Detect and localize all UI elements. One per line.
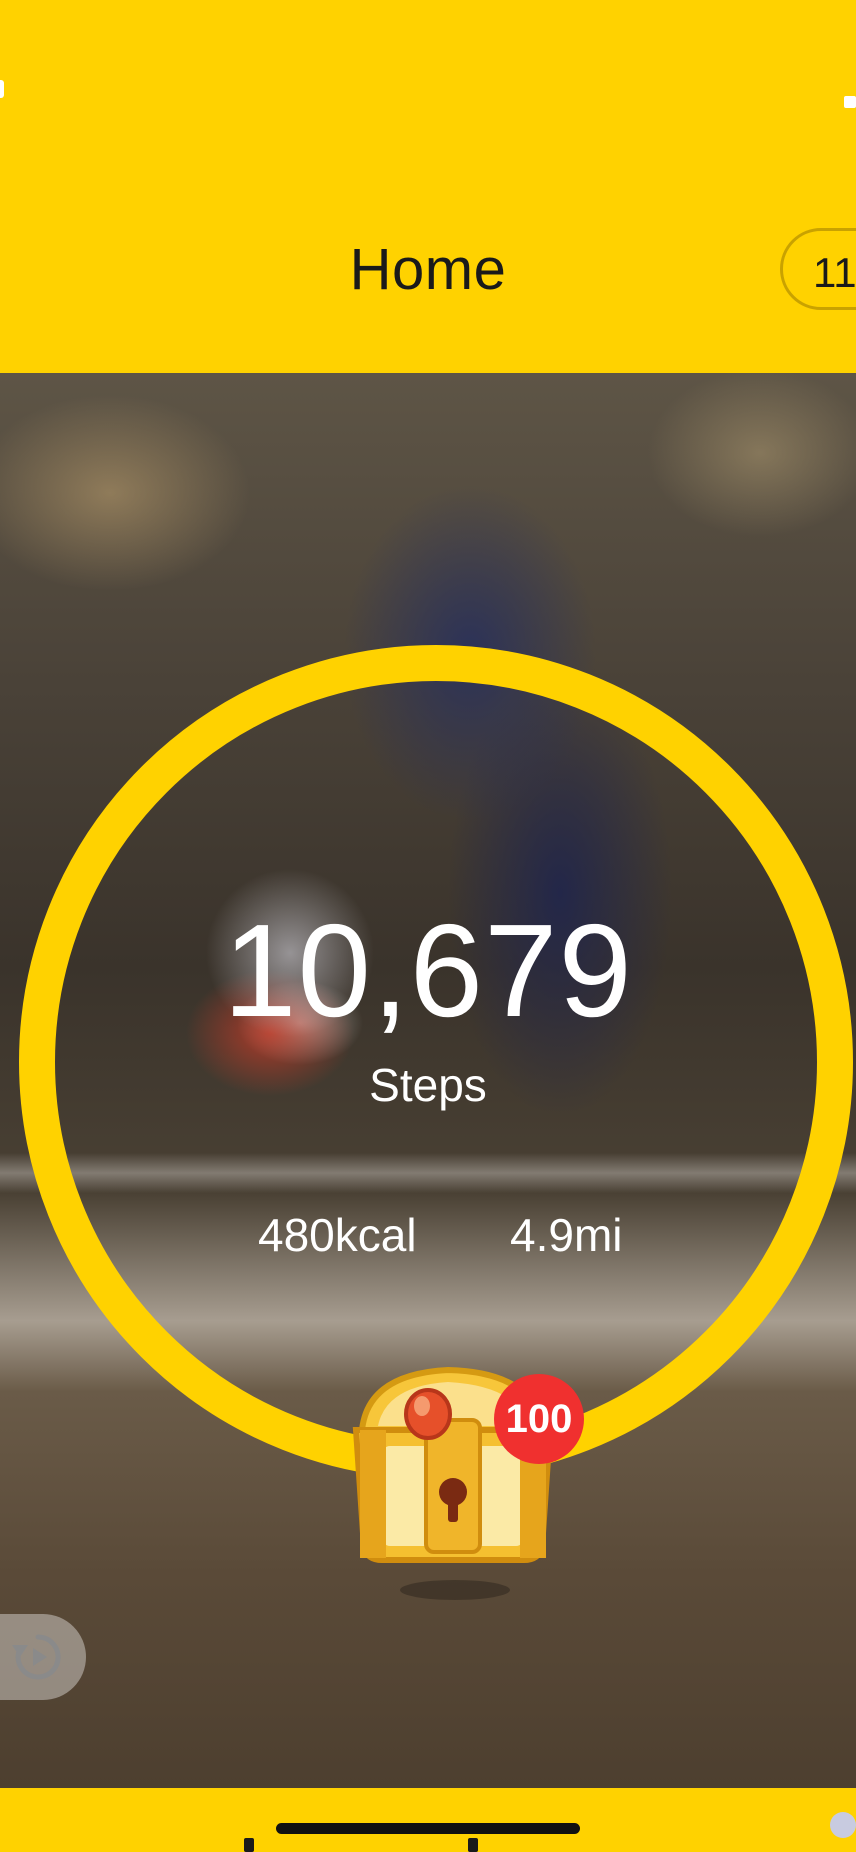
step-count-label: Steps — [369, 1059, 487, 1111]
distance-value: 4.9mi — [510, 1209, 623, 1261]
tab-item-glimpse — [244, 1838, 254, 1852]
floating-dot-button[interactable] — [830, 1812, 856, 1838]
coin-balance-button[interactable]: 11 — [780, 228, 856, 310]
home-indicator[interactable] — [276, 1823, 580, 1834]
bottom-tab-bar — [0, 1788, 856, 1852]
step-count-value: 10,679 — [223, 897, 633, 1044]
status-bar-right-indicator — [844, 96, 856, 108]
calories-value: 480kcal — [258, 1209, 417, 1261]
status-bar-left-indicator — [0, 80, 4, 98]
replay-button[interactable] — [0, 1614, 86, 1700]
replay-icon — [12, 1634, 61, 1680]
coin-balance-value: 11 — [813, 249, 856, 296]
page-title: Home — [349, 237, 507, 302]
tab-item-glimpse — [468, 1838, 478, 1852]
chest-shadow — [400, 1580, 510, 1600]
header-bar: Home 11 — [0, 0, 856, 373]
reward-count-badge: 100 — [494, 1374, 584, 1464]
home-screen: Home 11 10,679 Steps 480kcal 4.9mi 100 — [0, 0, 856, 1852]
